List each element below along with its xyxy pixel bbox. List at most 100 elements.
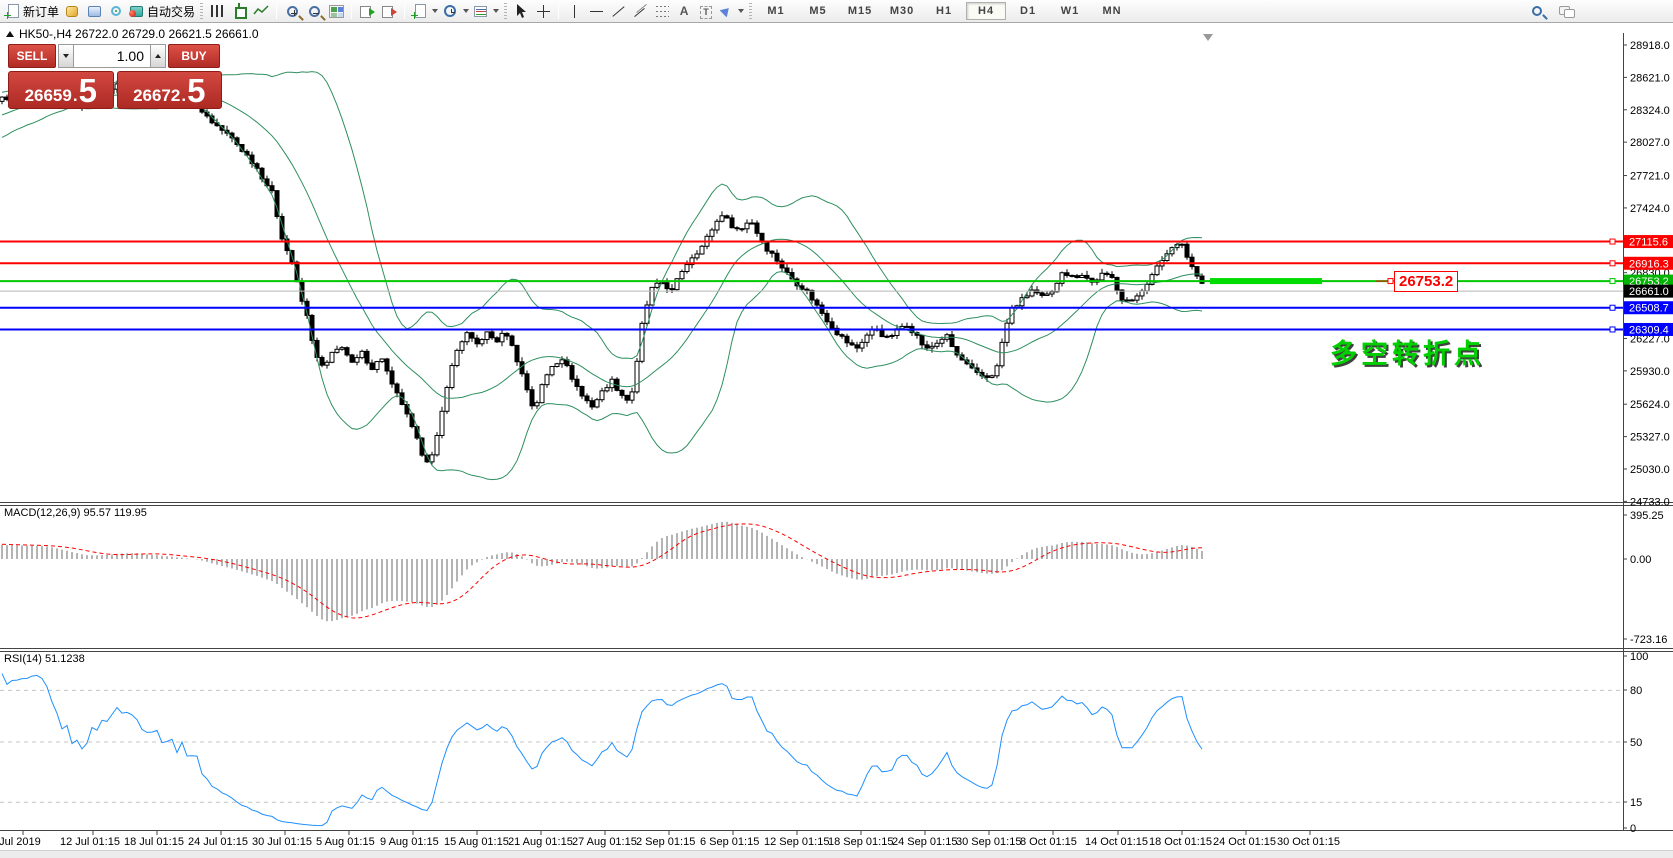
periods-button[interactable] [440,1,471,21]
toolbar-grip [504,3,507,19]
svg-text:80: 80 [1630,685,1642,697]
candlestick-chart-button[interactable] [228,1,250,21]
volume-decrease-button[interactable] [58,44,74,68]
svg-text:2 Sep 01:15: 2 Sep 01:15 [636,836,695,848]
chart-window: 28918.028621.028324.028027.027721.027424… [0,23,1673,850]
chat-icon[interactable] [1559,3,1575,19]
volume-input[interactable] [74,44,150,68]
price-axis: 28918.028621.028324.028027.027721.027424… [1623,40,1670,508]
bar-chart-button[interactable] [206,1,228,21]
macd-signal-line [2,524,1202,618]
price-level-label[interactable]: 26753.2 [1394,271,1458,292]
chart-canvas[interactable]: 28918.028621.028324.028027.027721.027424… [0,23,1673,850]
vertical-line-icon [574,5,575,18]
svg-text:6 Sep 01:15: 6 Sep 01:15 [700,836,759,848]
tile-windows-icon [329,5,344,18]
navigator-button[interactable] [83,1,105,21]
arrows-tool-button[interactable] [717,1,746,21]
line-chart-button[interactable] [250,1,272,21]
svg-text:8 Oct 01:15: 8 Oct 01:15 [1020,836,1077,848]
trendline-button[interactable] [607,1,629,21]
svg-text:395.25: 395.25 [1630,510,1664,522]
search-icon[interactable] [1532,6,1542,16]
vertical-line-button[interactable] [563,1,585,21]
svg-text:28027.0: 28027.0 [1630,137,1670,149]
triangle-down-icon [63,54,69,58]
tab-w1[interactable]: W1 [1050,2,1090,20]
chart-title: HK50-,H4 26722.0 26729.0 26621.5 26661.0 [19,27,259,41]
zoom-in-button[interactable] [281,1,303,21]
svg-text:100: 100 [1630,651,1648,663]
crosshair-button[interactable] [532,1,554,21]
tab-m1[interactable]: M1 [756,2,796,20]
collapse-panel-icon[interactable] [6,31,14,37]
svg-text:0.00: 0.00 [1630,554,1651,566]
rsi-indicator-label: RSI(14) 51.1238 [4,653,85,665]
tab-h4[interactable]: H4 [966,2,1006,20]
svg-text:30 Jul 01:15: 30 Jul 01:15 [252,836,312,848]
axis-price-flags: 27115.626916.326753.226661.026508.726309… [1624,235,1673,336]
buy-button[interactable]: BUY [168,44,220,68]
toolbar-grip [749,3,752,19]
volume-increase-button[interactable] [150,44,166,68]
clock-icon [444,5,456,17]
bar-chart-icon [211,5,223,17]
templates-button[interactable] [471,1,501,21]
svg-text:24733.0: 24733.0 [1630,496,1670,508]
triangle-up-icon [155,54,161,58]
horizontal-line-button[interactable] [585,1,607,21]
sell-price-main: 26659 [25,87,72,104]
sell-price-box[interactable]: 26659 . 5 [8,71,114,109]
tab-h1[interactable]: H1 [924,2,964,20]
tab-m5[interactable]: M5 [798,2,838,20]
new-order-button[interactable]: 新订单 [2,1,61,21]
tab-d1[interactable]: D1 [1008,2,1048,20]
svg-text:26508.7: 26508.7 [1629,303,1669,315]
autotrading-icon [130,6,143,17]
buy-price-sep: . [181,87,186,104]
chevron-down-icon [432,9,438,13]
buy-price-box[interactable]: 26672 . 5 [117,71,223,109]
tab-m30[interactable]: M30 [882,2,922,20]
auto-scroll-button[interactable] [356,1,378,21]
channel-button[interactable] [629,1,651,21]
autotrading-label: 自动交易 [147,3,195,20]
tab-m15[interactable]: M15 [840,2,880,20]
fibonacci-icon [656,5,669,17]
main-toolbar: 新订单 自动交易 A T M1 M5 M15 M30 H1 H4 D1 W1 M… [0,0,1673,23]
line-chart-icon [253,3,269,19]
sell-button[interactable]: SELL [8,44,56,68]
new-order-icon [4,3,20,19]
profiles-button[interactable] [61,1,83,21]
svg-text:27424.0: 27424.0 [1630,203,1670,215]
svg-text:18 Oct 01:15: 18 Oct 01:15 [1149,836,1212,848]
highlight-zone [1210,278,1322,284]
text-tool-button[interactable]: A [673,1,695,21]
indicators-button[interactable] [409,1,440,21]
chart-shift-button[interactable] [378,1,400,21]
label-tool-button[interactable]: T [695,1,717,21]
text-tool-icon: A [680,3,689,19]
status-bar [0,850,1673,858]
signals-icon [111,6,121,16]
arrows-tool-icon [720,5,733,18]
autotrading-button[interactable]: 自动交易 [127,1,197,21]
toolbar-separator [276,3,277,19]
channel-icon [632,3,648,19]
svg-text:24 Sep 01:15: 24 Sep 01:15 [892,836,957,848]
trendline-icon [612,6,624,16]
signals-button[interactable] [105,1,127,21]
svg-text:25030.0: 25030.0 [1630,464,1670,476]
navigator-icon [88,6,101,17]
tab-mn[interactable]: MN [1092,2,1132,20]
zoom-out-button[interactable] [303,1,325,21]
toolbar-separator [404,3,405,19]
svg-text:25327.0: 25327.0 [1630,432,1670,444]
bollinger-bands [2,72,1202,480]
chevron-down-icon [493,9,499,13]
tile-windows-button[interactable] [325,1,347,21]
cursor-button[interactable] [510,1,532,21]
fibonacci-button[interactable] [651,1,673,21]
one-click-trade-panel: SELL BUY 26659 . 5 26672 . 5 [8,44,222,109]
horizontal-level-lines[interactable] [0,239,1623,332]
